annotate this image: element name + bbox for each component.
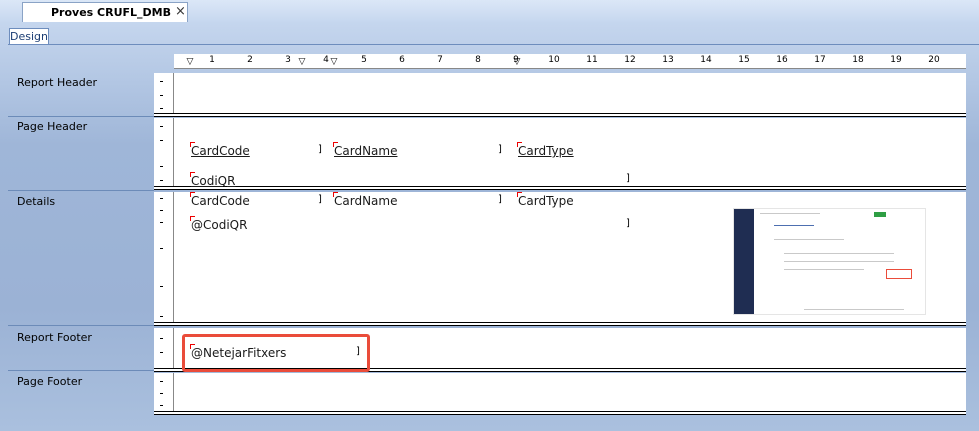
section-label-page-footer[interactable]: Page Footer	[17, 375, 82, 388]
tab-underline	[8, 44, 979, 45]
ruler-number: 17	[814, 55, 826, 65]
ruler-number: 14	[700, 55, 712, 65]
image-sidebar	[734, 209, 754, 314]
ruler-number: 16	[776, 55, 788, 65]
field-cardname-header[interactable]: CardName	[332, 142, 397, 158]
section-label-page-header[interactable]: Page Header	[17, 120, 87, 133]
section-divider	[8, 116, 154, 117]
vertical-ruler	[154, 73, 174, 113]
ruler-number: 5	[361, 55, 367, 65]
document-tab-title: Proves CRUFL_DMB	[51, 6, 172, 19]
embedded-image[interactable]	[733, 208, 926, 315]
ruler-number: 10	[548, 55, 560, 65]
ruler-number: 11	[586, 55, 598, 65]
field-codiqr-detail[interactable]: @CodiQR	[189, 216, 247, 232]
document-tab-bar: Proves CRUFL_DMB ×	[0, 0, 979, 23]
field-cardcode-header[interactable]: CardCode	[190, 142, 250, 158]
horizontal-ruler: ▽ ▽ ▽ ▽ 1 2 3 4 5 6 7 8 9 10 11 12 13 14…	[174, 54, 966, 69]
highlight-box	[182, 334, 370, 372]
field-resize-handle[interactable]: ]	[498, 194, 502, 205]
section-label-report-header[interactable]: Report Header	[17, 76, 97, 89]
section-divider	[8, 325, 154, 326]
field-resize-handle[interactable]: ]	[498, 144, 502, 155]
ruler-number: 1	[209, 55, 215, 65]
vertical-ruler	[154, 328, 174, 368]
band-separator[interactable]	[154, 322, 966, 326]
field-cardcode-detail[interactable]: CardCode	[190, 192, 250, 208]
ruler-marker-icon[interactable]: ▽	[331, 57, 338, 67]
ruler-number: 15	[738, 55, 750, 65]
document-tab[interactable]: Proves CRUFL_DMB ×	[22, 2, 188, 22]
field-resize-handle[interactable]: ]	[626, 218, 630, 229]
field-cardtype-header[interactable]: CardType	[517, 142, 574, 158]
section-divider	[8, 370, 154, 371]
field-resize-handle[interactable]: ]	[318, 194, 322, 205]
ruler-number: 8	[475, 55, 481, 65]
field-codiqr-header[interactable]: CodiQR	[189, 172, 235, 188]
field-resize-handle[interactable]: ]	[318, 144, 322, 155]
ruler-number: 7	[437, 55, 443, 65]
vertical-ruler	[154, 373, 174, 413]
vertical-ruler	[154, 192, 174, 322]
band-page-footer[interactable]	[174, 373, 966, 413]
ruler-number: 20	[928, 55, 940, 65]
field-cardname-detail[interactable]: CardName	[332, 192, 397, 208]
ruler-marker-icon[interactable]: ▽	[299, 57, 306, 67]
ruler-number: 19	[890, 55, 902, 65]
ruler-number: 3	[285, 55, 291, 65]
section-label-details[interactable]: Details	[17, 195, 55, 208]
ruler-number: 13	[662, 55, 674, 65]
tab-design[interactable]: Design	[9, 28, 49, 44]
section-divider	[8, 190, 154, 191]
ruler-number: 2	[247, 55, 253, 65]
section-label-report-footer[interactable]: Report Footer	[17, 331, 92, 344]
band-report-header[interactable]	[174, 73, 966, 113]
band-separator[interactable]	[154, 113, 966, 117]
ruler-number: 18	[852, 55, 864, 65]
band-separator[interactable]	[154, 411, 966, 415]
image-highlight	[886, 269, 912, 279]
ruler-number: 4	[323, 55, 329, 65]
ruler-marker-icon[interactable]: ▽	[187, 57, 194, 67]
field-cardtype-detail[interactable]: CardType	[517, 192, 574, 208]
ruler-number: 9	[513, 55, 519, 65]
close-icon[interactable]: ×	[175, 4, 186, 19]
ruler-number: 6	[399, 55, 405, 65]
ruler-number: 12	[624, 55, 636, 65]
band-separator[interactable]	[154, 186, 966, 190]
field-resize-handle[interactable]: ]	[626, 173, 630, 184]
vertical-ruler	[154, 118, 174, 186]
